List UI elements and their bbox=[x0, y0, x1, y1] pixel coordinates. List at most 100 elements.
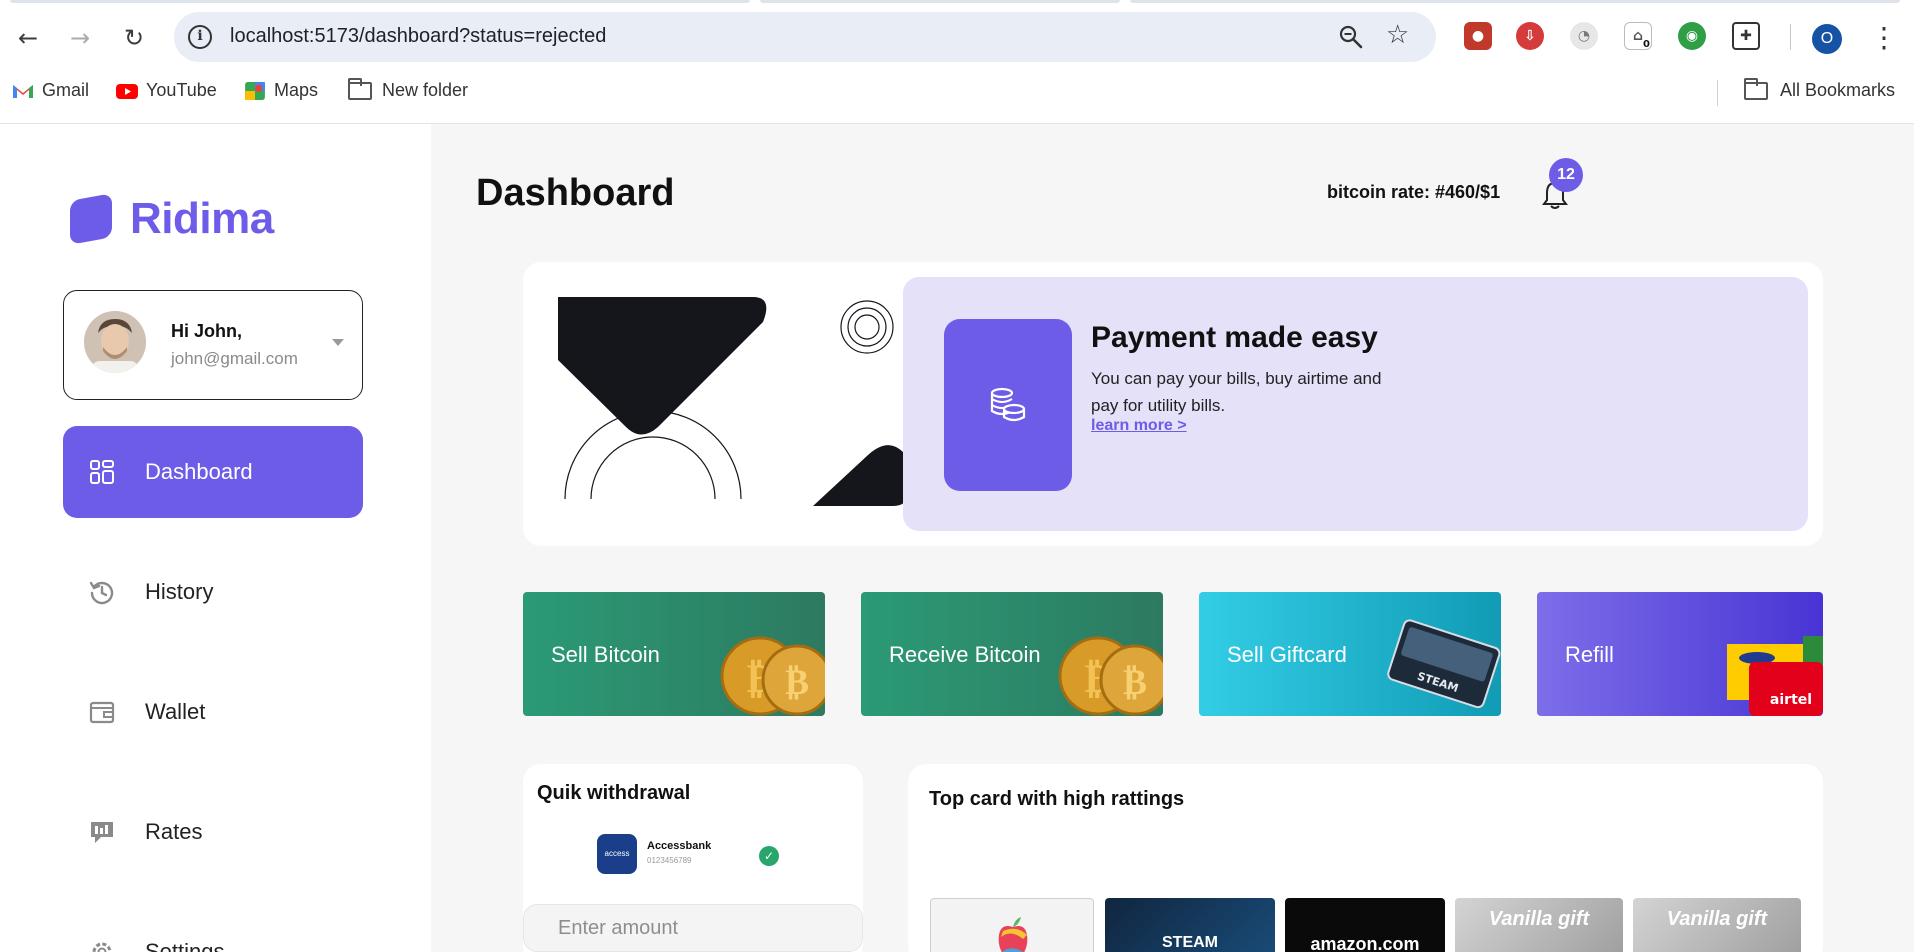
sell-bitcoin-label: Sell Bitcoin bbox=[551, 642, 660, 667]
bookmark-label: Maps bbox=[274, 80, 319, 100]
bookmark-label: YouTube bbox=[146, 80, 217, 100]
all-bookmarks[interactable]: All Bookmarks bbox=[1744, 77, 1896, 101]
bank-account-number: 0123456789 bbox=[647, 856, 692, 865]
hero-description: You can pay your bills, buy airtime and … bbox=[1091, 369, 1382, 415]
extension-badge: 0 bbox=[1643, 39, 1650, 50]
brand-logo[interactable]: Ridima bbox=[70, 193, 274, 245]
extension-icon-4[interactable]: ⌂ 0 bbox=[1624, 22, 1652, 50]
telco-logos-icon: airtel bbox=[1727, 636, 1823, 716]
extension-icon-1[interactable]: ● bbox=[1464, 22, 1492, 50]
sidebar-item-label: Rates bbox=[145, 819, 203, 844]
profile-avatar[interactable]: O bbox=[1812, 24, 1842, 54]
extension-icon-5[interactable]: ◉ bbox=[1678, 22, 1706, 50]
wallet-icon bbox=[89, 701, 115, 724]
forward-icon[interactable]: → bbox=[60, 18, 100, 58]
hero-icon-tile bbox=[944, 319, 1072, 491]
main-content: Dashboard bitcoin rate: #460/$1 12 Payme… bbox=[431, 124, 1914, 952]
gift-card-apple[interactable] bbox=[930, 898, 1094, 952]
gift-card-label: Vanilla gift bbox=[1666, 908, 1768, 930]
check-icon[interactable]: ✓ bbox=[759, 846, 779, 866]
bitcoin-coins-icon: ₿ ₿ bbox=[720, 636, 825, 716]
brand-name: Ridima bbox=[130, 194, 274, 243]
hero-title: Payment made easy bbox=[1091, 321, 1378, 354]
sidebar-item-wallet[interactable]: Wallet bbox=[63, 666, 363, 758]
quick-withdrawal-title: Quik withdrawal bbox=[537, 782, 691, 804]
zoom-icon[interactable] bbox=[1338, 24, 1364, 50]
toolbar-divider bbox=[1790, 24, 1791, 50]
history-icon bbox=[89, 581, 114, 605]
youtube-icon bbox=[116, 83, 138, 99]
refill-card[interactable]: Refill airtel bbox=[1537, 592, 1823, 716]
hero-banner: Payment made easy You can pay your bills… bbox=[523, 262, 1823, 546]
user-email: john@gmail.com bbox=[171, 349, 298, 368]
bookmark-star-icon[interactable]: ☆ bbox=[1386, 20, 1409, 50]
notification-badge[interactable]: 12 bbox=[1549, 158, 1583, 192]
quick-withdrawal-panel: Quik withdrawal access Accessbank 012345… bbox=[523, 764, 863, 952]
site-info-icon[interactable]: i bbox=[188, 25, 212, 49]
refill-label: Refill bbox=[1565, 642, 1614, 667]
page-title: Dashboard bbox=[476, 172, 675, 214]
avatar bbox=[84, 311, 146, 373]
sidebar-item-label: Wallet bbox=[145, 699, 206, 724]
coins-icon bbox=[990, 387, 1026, 422]
sidebar: Ridima Hi John, john@gmail.com Dashboard… bbox=[0, 124, 431, 952]
user-menu[interactable]: Hi John, john@gmail.com bbox=[63, 290, 363, 400]
dashboard-icon bbox=[90, 460, 114, 484]
rates-icon bbox=[91, 822, 113, 843]
svg-text:airtel: airtel bbox=[1770, 692, 1812, 708]
user-greeting: Hi John, bbox=[171, 321, 242, 341]
all-bookmarks-label: All Bookmarks bbox=[1780, 80, 1896, 100]
bank-logo-icon: access bbox=[597, 834, 637, 874]
chevron-down-icon[interactable] bbox=[332, 339, 344, 346]
gift-card-amazon[interactable]: amazon.com bbox=[1285, 898, 1445, 952]
sidebar-item-label: Dashboard bbox=[145, 459, 253, 484]
bookmark-gmail[interactable]: Gmail bbox=[12, 80, 89, 101]
sidebar-item-label: History bbox=[145, 579, 214, 604]
amount-input[interactable] bbox=[523, 904, 863, 952]
sidebar-item-label: Settings bbox=[145, 939, 225, 952]
sidebar-item-history[interactable]: History bbox=[63, 546, 363, 638]
bitcoin-coins-icon: ₿ ₿ bbox=[1058, 636, 1163, 716]
back-icon[interactable]: ← bbox=[8, 18, 48, 58]
logo-mark-icon bbox=[70, 193, 112, 245]
bookmarks-bar: Gmail YouTube Maps New folder All Bookma bbox=[0, 76, 1914, 110]
browser-menu-icon[interactable]: ⋮ bbox=[1870, 18, 1898, 58]
hero-panel: Payment made easy You can pay your bills… bbox=[903, 277, 1808, 531]
sidebar-item-settings[interactable]: Settings bbox=[63, 906, 363, 952]
bitcoin-rate: bitcoin rate: #460/$1 bbox=[1327, 182, 1501, 202]
receive-bitcoin-card[interactable]: Receive Bitcoin ₿ ₿ bbox=[861, 592, 1163, 716]
bookmark-youtube[interactable]: YouTube bbox=[116, 80, 217, 101]
gift-card-vanilla-1[interactable]: Vanilla gift bbox=[1455, 898, 1623, 952]
gift-card-label: STEAM bbox=[1162, 934, 1218, 951]
sell-bitcoin-card[interactable]: Sell Bitcoin ₿ ₿ bbox=[523, 592, 825, 716]
receive-bitcoin-label: Receive Bitcoin bbox=[889, 642, 1041, 667]
sell-giftcard-label: Sell Giftcard bbox=[1227, 642, 1347, 667]
bank-name: Accessbank bbox=[647, 840, 712, 852]
reload-icon[interactable]: ↻ bbox=[114, 18, 154, 58]
gift-card-steam[interactable]: STEAM bbox=[1105, 898, 1275, 952]
sidebar-item-dashboard[interactable]: Dashboard bbox=[63, 426, 363, 518]
extensions-puzzle-icon[interactable]: ✚ bbox=[1732, 22, 1760, 50]
svg-text:₿: ₿ bbox=[1123, 662, 1147, 703]
bookmark-label: Gmail bbox=[42, 80, 90, 100]
hero-illustration bbox=[558, 297, 908, 506]
folder-icon bbox=[1744, 77, 1768, 100]
learn-more-link[interactable]: learn more > bbox=[1091, 417, 1187, 435]
top-cards-title: Top card with high rattings bbox=[929, 788, 1185, 810]
top-cards-panel: Top card with high rattings STEAM amazon… bbox=[908, 764, 1823, 952]
url-text[interactable]: localhost:5173/dashboard?status=rejected bbox=[230, 25, 606, 48]
extension-icon-2[interactable]: ⇩ bbox=[1516, 22, 1544, 50]
sidebar-item-rates[interactable]: Rates bbox=[63, 786, 363, 878]
extension-icon-3[interactable]: ◔ bbox=[1570, 22, 1598, 50]
maps-icon bbox=[245, 81, 265, 100]
gift-card-vanilla-2[interactable]: Vanilla gift bbox=[1633, 898, 1801, 952]
gift-card-label: Vanilla gift bbox=[1488, 908, 1590, 930]
bookmarks-divider bbox=[1717, 80, 1718, 106]
bookmark-new-folder[interactable]: New folder bbox=[348, 77, 468, 101]
bookmark-maps[interactable]: Maps bbox=[244, 80, 318, 101]
browser-chrome: ← → ↻ i localhost:5173/dashboard?status=… bbox=[0, 0, 1914, 124]
steam-card-icon: STEAM bbox=[1387, 619, 1501, 709]
sell-giftcard-card[interactable]: Sell Giftcard STEAM bbox=[1199, 592, 1501, 716]
apple-logo-icon bbox=[998, 917, 1028, 952]
address-bar[interactable]: i localhost:5173/dashboard?status=reject… bbox=[174, 12, 1436, 62]
